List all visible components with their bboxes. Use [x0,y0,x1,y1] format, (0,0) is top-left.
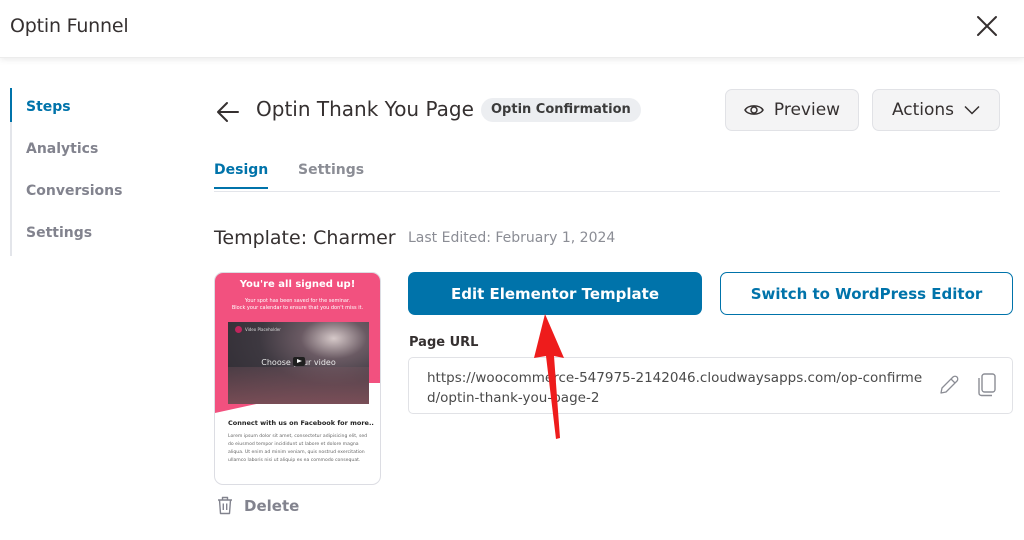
switch-wordpress-editor-button[interactable]: Switch to WordPress Editor [720,272,1013,315]
modal-title: Optin Funnel [10,15,129,37]
tab-bar: Design Settings [214,160,1000,192]
eye-icon [744,105,764,115]
arrow-left-icon[interactable] [215,99,241,125]
pencil-icon[interactable] [937,373,961,397]
actions-dropdown[interactable]: Actions [872,89,1000,131]
preview-label: Preview [773,100,841,120]
video-clouds [228,367,369,404]
template-thumbnail[interactable]: You're all signed up! Your spot has been… [214,272,381,485]
video-label-text: Video Placeholder [245,327,281,332]
sidebar-item-conversions[interactable]: Conversions [12,172,180,214]
close-icon[interactable] [975,14,999,38]
thumbnail-lorem-text: Lorem ipsum dolor sit amet, consectetur … [228,434,368,463]
template-title: Template: Charmer [214,227,396,249]
delete-label: Delete [244,496,300,515]
sidebar-item-analytics[interactable]: Analytics [12,130,180,172]
tab-settings[interactable]: Settings [298,162,364,187]
video-label: Video Placeholder [235,326,281,333]
preview-button[interactable]: Preview [725,89,859,131]
video-channel-icon [235,326,242,333]
step-type-badge: Optin Confirmation [481,98,641,122]
page-url-value[interactable]: https://woocommerce-547975-2142046.cloud… [427,368,927,408]
sidebar-nav: Steps Analytics Conversions Settings [10,88,180,256]
sidebar-item-settings[interactable]: Settings [12,214,180,256]
edit-elementor-template-button[interactable]: Edit Elementor Template [408,272,702,315]
chevron-down-icon [964,105,980,115]
last-edited-text: Last Edited: February 1, 2024 [408,230,616,246]
thumbnail-subtext: Your spot has been saved for the seminar… [215,298,380,312]
copy-icon[interactable] [975,372,999,398]
thumbnail-subtext-line2: Block your calendar to ensure that you d… [231,305,364,311]
delete-button[interactable]: Delete [217,496,299,515]
thumbnail-subtext-line1: Your spot has been saved for the seminar… [244,298,351,304]
play-icon [293,357,305,366]
tab-design[interactable]: Design [214,162,269,189]
thumbnail-facebook-heading: Connect with us on Facebook for more.. [228,419,374,427]
modal-header: Optin Funnel [0,0,1024,58]
page-title: Optin Thank You Page [256,97,474,121]
page-url-field: https://woocommerce-547975-2142046.cloud… [408,357,1013,414]
page-url-label: Page URL [409,335,479,350]
thumbnail-heading: You're all signed up! [239,279,356,290]
sidebar-item-steps[interactable]: Steps [10,88,180,130]
trash-icon [218,496,232,515]
thumbnail-video-placeholder: Video Placeholder Choose your video [228,322,369,404]
actions-label: Actions [891,100,955,120]
